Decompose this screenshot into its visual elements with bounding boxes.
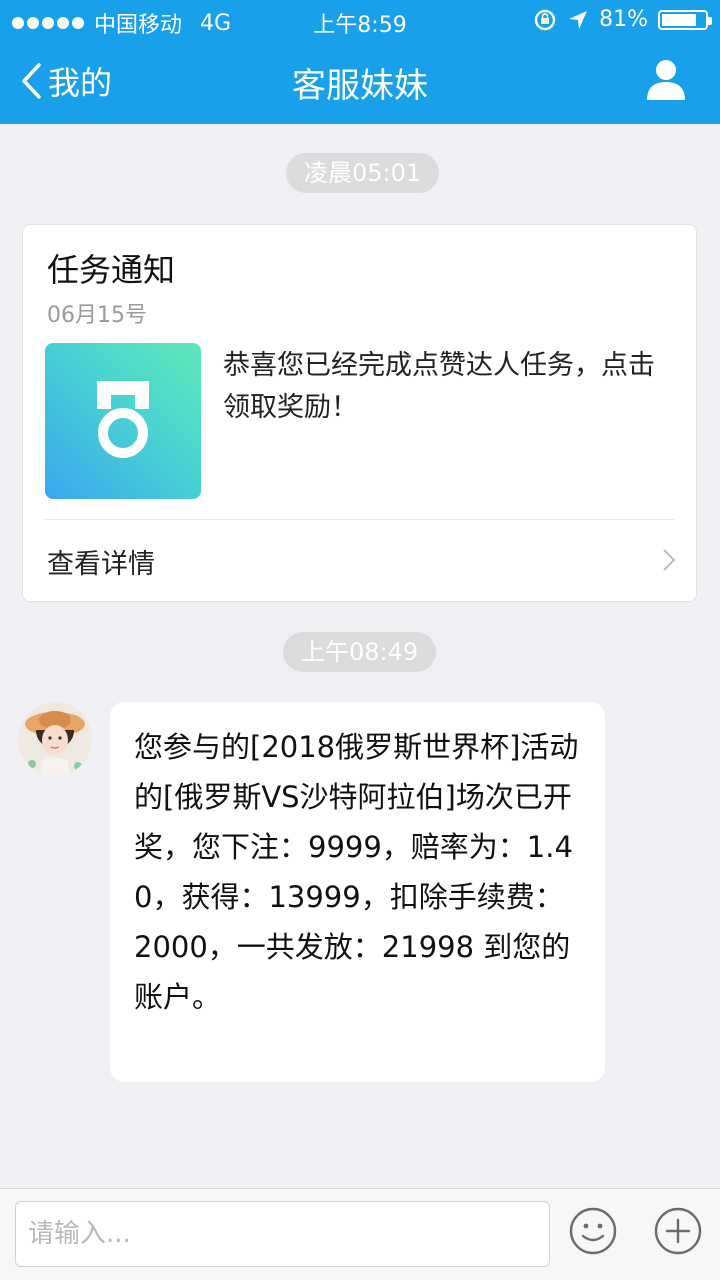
page-title: 客服妹妹 bbox=[292, 66, 428, 106]
rotation-lock-icon bbox=[534, 9, 556, 30]
location-arrow-icon bbox=[569, 10, 588, 29]
avatar-portrait-icon bbox=[18, 702, 92, 776]
view-details-row[interactable]: 查看详情 bbox=[23, 520, 696, 602]
smiley-icon bbox=[569, 1207, 617, 1255]
timestamp: 上午08:49 bbox=[283, 632, 437, 672]
user-icon bbox=[647, 60, 685, 100]
plus-icon bbox=[654, 1207, 702, 1255]
input-bar: 请输入... bbox=[0, 1188, 720, 1280]
battery-icon bbox=[658, 9, 712, 30]
avatar[interactable] bbox=[18, 702, 92, 776]
more-button[interactable] bbox=[653, 1206, 703, 1260]
chat-message: 您参与的[2018俄罗斯世界杯]活动的[俄罗斯VS沙特阿拉伯]场次已开奖，您下注… bbox=[134, 730, 579, 1014]
battery-percent: 81% bbox=[599, 7, 648, 32]
status-right: 81% bbox=[533, 7, 712, 32]
chevron-right-icon bbox=[663, 549, 676, 571]
task-notification-card[interactable]: 任务通知 06月15号 恭喜您已经完成点赞达人任务，点击领取奖励！ 查看详情 bbox=[22, 224, 697, 602]
chat-bubble[interactable]: 您参与的[2018俄罗斯世界杯]活动的[俄罗斯VS沙特阿拉伯]场次已开奖，您下注… bbox=[110, 702, 605, 1082]
medal-icon bbox=[97, 381, 149, 458]
message-input[interactable]: 请输入... bbox=[15, 1201, 550, 1267]
card-thumbnail bbox=[45, 343, 201, 499]
emoji-button[interactable] bbox=[568, 1206, 618, 1260]
nav-bar: 我的 客服妹妹 bbox=[0, 40, 720, 124]
card-date: 06月15号 bbox=[47, 303, 147, 328]
card-title: 任务通知 bbox=[47, 251, 176, 289]
view-details-label: 查看详情 bbox=[47, 549, 155, 580]
status-bar: 中国移动 4G 上午8:59 81% bbox=[0, 0, 720, 40]
timestamp: 凌晨05:01 bbox=[286, 153, 440, 193]
card-message: 恭喜您已经完成点赞达人任务，点击领取奖励！ bbox=[223, 350, 655, 423]
profile-button[interactable] bbox=[646, 58, 686, 104]
